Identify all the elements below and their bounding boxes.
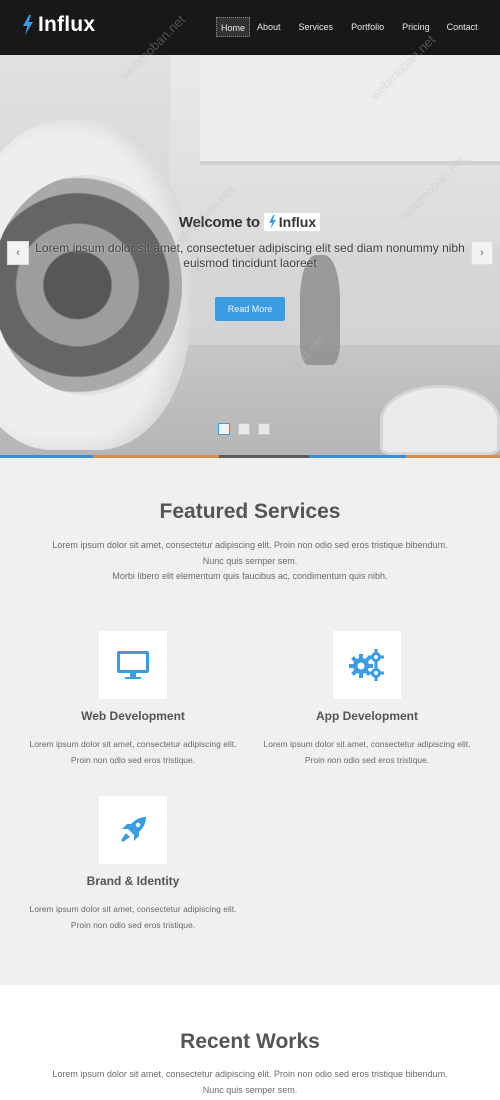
main-nav: Home About Services Portfolio Pricing Co… (216, 17, 481, 37)
service-text: Lorem ipsum dolor sit amet, consectetur … (29, 904, 237, 930)
service-card-web-development: Web Development Lorem ipsum dolor sit am… (18, 631, 248, 768)
lightning-bolt-icon (268, 215, 276, 229)
color-stripe-divider (0, 455, 500, 458)
slider-next-button[interactable]: › (471, 241, 493, 265)
gears-icon (349, 649, 384, 681)
chevron-left-icon: ‹ (16, 247, 20, 259)
nav-about[interactable]: About (254, 17, 284, 37)
recent-works-description: Lorem ipsum dolor sit amet, consectetur … (52, 1069, 448, 1095)
recent-works-title: Recent Works (180, 1030, 320, 1053)
slider-prev-button[interactable]: ‹ (7, 241, 29, 265)
service-title: App Development (315, 709, 418, 723)
service-icon-box (99, 796, 167, 864)
chevron-right-icon: › (480, 247, 484, 259)
service-card-app-development: App Development Lorem ipsum dolor sit am… (252, 631, 482, 768)
featured-services-title: Featured Services (159, 500, 341, 523)
nav-contact[interactable]: Contact (444, 17, 481, 37)
nav-home[interactable]: Home (216, 17, 251, 37)
service-icon-box (99, 631, 167, 699)
service-text: Lorem ipsum dolor sit amet, consectetur … (263, 739, 471, 765)
welcome-brand-name: Influx (278, 214, 317, 230)
nav-portfolio[interactable]: Portfolio (348, 17, 387, 37)
slider-dot-1[interactable] (218, 423, 230, 435)
lightning-bolt-icon (23, 15, 33, 35)
slider-dot-2[interactable] (238, 423, 250, 435)
slider-dot-3[interactable] (258, 423, 270, 435)
welcome-brand-badge: Influx (262, 212, 322, 232)
nav-services[interactable]: Services (296, 17, 337, 37)
featured-services-description: Lorem ipsum dolor sit amet, consectetur … (52, 540, 448, 581)
recent-works-section: Recent Works Lorem ipsum dolor sit amet,… (0, 985, 500, 1100)
slider-pagination (218, 423, 270, 435)
nav-pricing[interactable]: Pricing (399, 17, 433, 37)
hero-tagline: Lorem ipsum dolor sit amet, consectetuer… (35, 241, 465, 270)
read-more-button[interactable]: Read More (215, 297, 285, 321)
service-text: Lorem ipsum dolor sit amet, consectetur … (29, 739, 237, 765)
service-title: Web Development (81, 709, 185, 723)
hero-slider: Welcome to Influx Lorem ipsum dolor sit … (0, 55, 500, 455)
brand-name: Influx (38, 13, 96, 36)
hero-heading: Welcome to Influx (0, 212, 500, 232)
service-title: Brand & Identity (86, 874, 180, 888)
monitor-icon (117, 651, 149, 679)
welcome-text: Welcome to (178, 213, 260, 231)
service-card-brand-identity: Brand & Identity Lorem ipsum dolor sit a… (18, 796, 248, 933)
rocket-icon (121, 817, 146, 842)
top-navbar: Influx Home About Services Portfolio Pri… (0, 0, 500, 55)
brand-logo[interactable]: Influx (22, 13, 95, 37)
service-icon-box (333, 631, 401, 699)
